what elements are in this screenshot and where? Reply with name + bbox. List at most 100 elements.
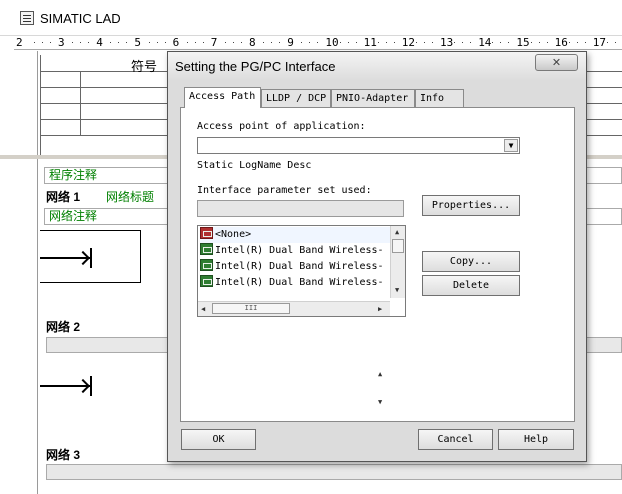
- network-3-comment[interactable]: [46, 464, 622, 480]
- properties-button[interactable]: Properties...: [422, 195, 520, 216]
- ruler-tick: [42, 42, 43, 43]
- ruler-tick: [271, 42, 273, 43]
- scroll-up-icon[interactable]: ▲: [378, 370, 382, 379]
- interface-list[interactable]: <None> Intel(R) Dual Band Wireless- Inte…: [197, 225, 406, 317]
- scrollbar-thumb[interactable]: III: [212, 303, 290, 314]
- list-item-label: Intel(R) Dual Band Wireless-: [215, 245, 384, 256]
- ruler-tick: [576, 42, 578, 43]
- ruler-number: 17: [592, 36, 607, 49]
- delete-button[interactable]: Delete: [422, 275, 520, 296]
- ruler-tick: [546, 42, 548, 43]
- ruler-tick: [233, 42, 234, 43]
- ruler-tick: [194, 42, 196, 43]
- ruler: 2 3 4 5 6 7 8 9 10 11 12 13 14 15 16 17: [14, 36, 622, 50]
- ruler-number: 8: [249, 36, 256, 49]
- window-title: SIMATIC LAD: [40, 11, 121, 26]
- scroll-left-icon[interactable]: ◀: [201, 305, 205, 314]
- ruler-tick: [339, 42, 341, 43]
- ruler-number: 6: [172, 36, 180, 49]
- ruler-tick: [432, 42, 433, 43]
- ruler-start-number: 2: [16, 36, 23, 49]
- ruler-tick: [72, 42, 74, 43]
- scroll-down-icon[interactable]: ▼: [378, 398, 382, 407]
- param-set-field[interactable]: [197, 200, 404, 217]
- ruler-tick: [164, 42, 166, 43]
- ruler-tick: [279, 42, 281, 43]
- ruler-tick: [88, 42, 90, 43]
- ruler-tick: [416, 42, 417, 43]
- ruler-number: 9: [287, 36, 294, 49]
- tab-pnio-adapter[interactable]: PNIO-Adapter: [331, 89, 415, 107]
- scrollbar-thumb[interactable]: [392, 239, 404, 253]
- scroll-right-icon[interactable]: ▶: [378, 305, 382, 314]
- copy-button[interactable]: Copy...: [422, 251, 520, 272]
- description-scrollbar[interactable]: ▲ ▼: [374, 370, 390, 410]
- ruler-tick: [202, 42, 204, 43]
- network-adapter-icon: [200, 275, 213, 287]
- ruler-tick: [508, 42, 510, 43]
- rung-end-bar: [90, 376, 92, 396]
- scroll-down-icon[interactable]: ▼: [395, 286, 399, 295]
- ruler-tick: [34, 42, 35, 43]
- dropdown-arrow-icon[interactable]: ▼: [504, 139, 518, 152]
- ruler-tick: [309, 42, 311, 43]
- tab-lldp-dcp[interactable]: LLDP / DCP: [261, 89, 331, 107]
- ruler-number: 15: [516, 36, 530, 49]
- vertical-scrollbar[interactable]: ▲ ▼: [390, 226, 405, 298]
- ruler-tick: [454, 42, 456, 43]
- editor-margin: [20, 51, 38, 494]
- list-item-label: Intel(R) Dual Band Wireless-: [215, 261, 384, 272]
- cancel-button[interactable]: Cancel: [418, 429, 493, 450]
- ruler-tick: [263, 42, 265, 43]
- access-point-label: Access point of application:: [197, 121, 366, 132]
- rung-arrow-icon: [75, 378, 91, 394]
- ruler-tick: [424, 42, 425, 43]
- ruler-tick: [492, 42, 494, 43]
- network-adapter-icon: [200, 259, 213, 271]
- ruler-tick: [241, 42, 242, 43]
- ruler-number: 12: [401, 36, 416, 49]
- ruler-tick: [568, 42, 570, 43]
- close-button[interactable]: ✕: [535, 54, 578, 71]
- ruler-tick: [615, 42, 616, 43]
- network-1-heading[interactable]: 网络标题: [106, 188, 154, 205]
- ruler-tick: [186, 42, 188, 43]
- ruler-tick: [393, 42, 395, 43]
- list-item-label: Intel(R) Dual Band Wireless-: [215, 277, 384, 288]
- list-item[interactable]: Intel(R) Dual Band Wireless-: [200, 275, 390, 291]
- close-icon: ✕: [551, 56, 562, 69]
- network-adapter-icon: [200, 243, 213, 255]
- dialog-titlebar[interactable]: Setting the PG/PC Interface ✕: [168, 52, 586, 81]
- ruler-number: 16: [554, 36, 568, 49]
- tab-info[interactable]: Info: [415, 89, 464, 107]
- ruler-number: 7: [210, 36, 218, 49]
- rung-end-bar: [90, 248, 92, 268]
- network-3-title: 网络 3: [46, 448, 81, 462]
- scroll-up-icon[interactable]: ▲: [395, 228, 399, 237]
- horizontal-scrollbar[interactable]: ◀ III ▶: [198, 301, 390, 316]
- ruler-number: 5: [134, 36, 142, 49]
- ruler-tick: [225, 42, 226, 43]
- help-button[interactable]: Help: [498, 429, 574, 450]
- ruler-tick: [317, 42, 319, 43]
- access-point-select[interactable]: ▼: [197, 137, 520, 154]
- ok-button[interactable]: OK: [181, 429, 256, 450]
- ruler-tick: [470, 42, 472, 43]
- static-logname-text: Static LogName Desc: [197, 160, 312, 171]
- ruler-number: 3: [58, 36, 65, 49]
- ruler-tick: [500, 42, 502, 43]
- ruler-number: 11: [363, 36, 377, 49]
- ruler-tick: [148, 42, 150, 43]
- param-set-label: Interface parameter set used:: [197, 185, 372, 196]
- list-item[interactable]: Intel(R) Dual Band Wireless-: [200, 243, 390, 259]
- tab-access-path[interactable]: Access Path: [184, 87, 261, 108]
- ruler-tick: [118, 42, 120, 43]
- ruler-tick: [355, 42, 357, 43]
- simatic-app-icon: [20, 11, 34, 25]
- list-item[interactable]: Intel(R) Dual Band Wireless-: [200, 259, 390, 275]
- list-item[interactable]: <None>: [200, 227, 390, 243]
- list-item-label: <None>: [215, 229, 252, 240]
- network-2-title: 网络 2: [46, 320, 81, 334]
- ruler-tick: [156, 42, 158, 43]
- ruler-number: 14: [478, 36, 492, 49]
